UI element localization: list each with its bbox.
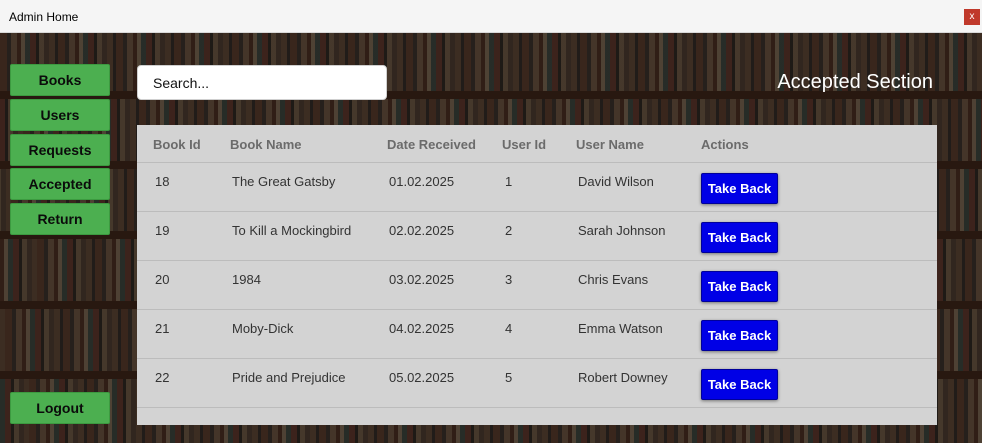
date-received-cell: 01.02.2025 <box>389 174 455 189</box>
table-row: 18 The Great Gatsby 01.02.2025 1 David W… <box>137 163 937 212</box>
date-received-cell: 03.02.2025 <box>389 272 455 287</box>
book-id-cell: 21 <box>155 321 170 336</box>
table-row: 19 To Kill a Mockingbird 02.02.2025 2 Sa… <box>137 212 937 261</box>
user-id-cell: 2 <box>505 223 513 238</box>
column-header-date-received: Date Received <box>387 137 476 152</box>
book-id-cell: 18 <box>155 174 170 189</box>
user-name-cell: Robert Downey <box>578 370 668 385</box>
book-id-cell: 20 <box>155 272 170 287</box>
book-name-cell: Moby-Dick <box>232 321 294 336</box>
date-received-cell: 02.02.2025 <box>389 223 455 238</box>
user-name-cell: Emma Watson <box>578 321 663 336</box>
user-name-cell: Chris Evans <box>578 272 649 287</box>
title-bar: Admin Home <box>0 0 982 33</box>
nav-books-button[interactable]: Books <box>10 64 110 96</box>
book-name-cell: To Kill a Mockingbird <box>232 223 352 238</box>
take-back-button[interactable]: Take Back <box>701 369 778 400</box>
accepted-table: Book Id Book Name Date Received User Id … <box>137 125 937 425</box>
close-icon[interactable] <box>964 9 980 25</box>
search-input[interactable] <box>137 65 387 100</box>
column-header-book-id: Book Id <box>153 137 201 152</box>
date-received-cell: 05.02.2025 <box>389 370 455 385</box>
book-name-cell: The Great Gatsby <box>232 174 336 189</box>
user-name-cell: Sarah Johnson <box>578 223 666 238</box>
nav-accepted-button[interactable]: Accepted <box>10 168 110 200</box>
window-title: Admin Home <box>9 10 79 24</box>
book-name-cell: 1984 <box>232 272 261 287</box>
date-received-cell: 04.02.2025 <box>389 321 455 336</box>
table-row: 21 Moby-Dick 04.02.2025 4 Emma Watson Ta… <box>137 310 937 359</box>
take-back-button[interactable]: Take Back <box>701 222 778 253</box>
column-header-actions: Actions <box>701 137 749 152</box>
nav-users-button[interactable]: Users <box>10 99 110 131</box>
user-id-cell: 4 <box>505 321 513 336</box>
column-header-user-name: User Name <box>576 137 644 152</box>
nav-requests-button[interactable]: Requests <box>10 134 110 166</box>
user-id-cell: 1 <box>505 174 513 189</box>
table-header: Book Id Book Name Date Received User Id … <box>137 125 937 163</box>
logout-button[interactable]: Logout <box>10 392 110 424</box>
nav-return-button[interactable]: Return <box>10 203 110 235</box>
column-header-user-id: User Id <box>502 137 547 152</box>
take-back-button[interactable]: Take Back <box>701 173 778 204</box>
user-name-cell: David Wilson <box>578 174 654 189</box>
table-row: 20 1984 03.02.2025 3 Chris Evans Take Ba… <box>137 261 937 310</box>
book-name-cell: Pride and Prejudice <box>232 370 346 385</box>
column-header-book-name: Book Name <box>230 137 302 152</box>
take-back-button[interactable]: Take Back <box>701 271 778 302</box>
user-id-cell: 3 <box>505 272 513 287</box>
table-row: 22 Pride and Prejudice 05.02.2025 5 Robe… <box>137 359 937 408</box>
user-id-cell: 5 <box>505 370 513 385</box>
book-id-cell: 22 <box>155 370 170 385</box>
take-back-button[interactable]: Take Back <box>701 320 778 351</box>
book-id-cell: 19 <box>155 223 170 238</box>
page-title: Accepted Section <box>777 71 933 93</box>
